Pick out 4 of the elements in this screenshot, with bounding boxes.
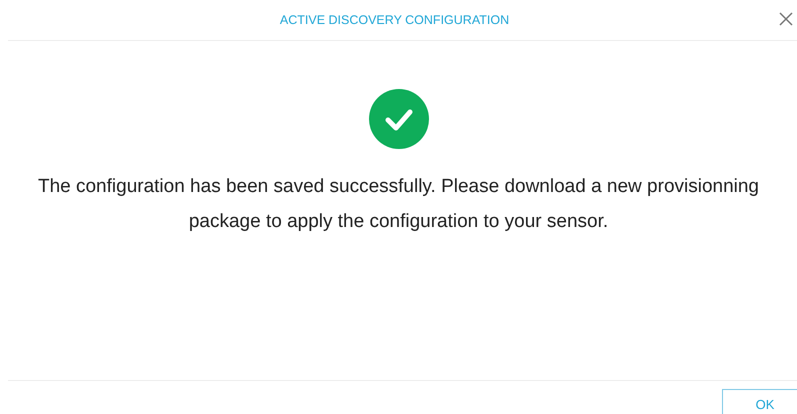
dialog-title: ACTIVE DISCOVERY CONFIGURATION	[280, 13, 510, 27]
ok-button[interactable]: OK	[722, 389, 797, 414]
close-button[interactable]	[777, 10, 795, 28]
success-message: The configuration has been saved successfully. Please download a new provisionning package to apply the configuration to your sensor.	[36, 175, 760, 234]
